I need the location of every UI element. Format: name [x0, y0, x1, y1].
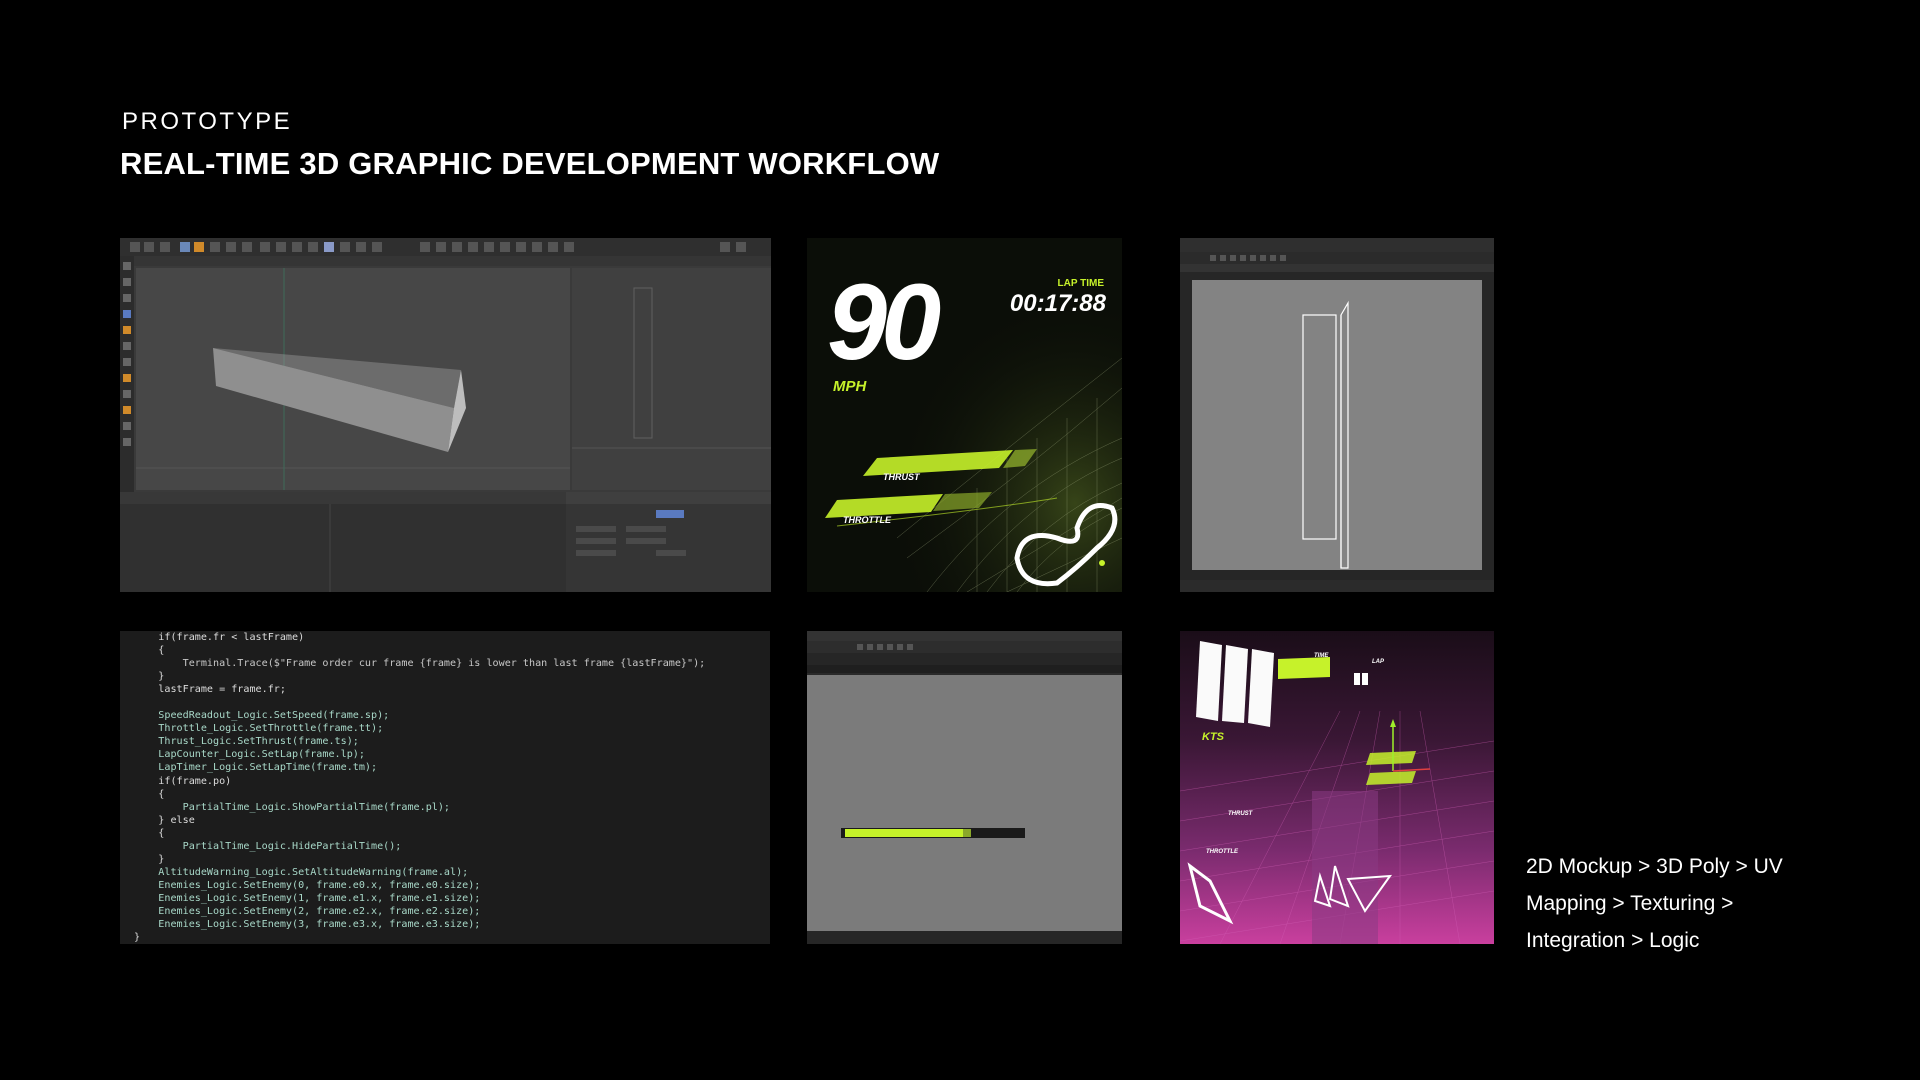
code-line: } else — [134, 814, 195, 826]
code-line: Enemies_Logic.SetEnemy(3, frame.e3.x, fr… — [134, 919, 481, 931]
code-block: if(frame.fr < lastFrame) { Terminal.Trac… — [134, 631, 705, 944]
toolbar-icons — [130, 242, 746, 252]
code-line: PartialTime_Logic.HidePartialTime(); — [134, 840, 402, 852]
hud-mockup: 90 MPH LAP TIME 00:17:88 THRUST THROTTLE — [807, 238, 1122, 592]
toolbar — [120, 238, 771, 256]
code-line: PartialTime_Logic.ShowPartialTime(frame.… — [134, 801, 451, 813]
menu-bar — [120, 256, 771, 266]
code-line: if(frame.fr < lastFrame) — [134, 632, 305, 643]
code-line: AltitudeWarning_Logic.SetAltitudeWarning… — [134, 866, 469, 878]
front-viewport[interactable] — [572, 268, 771, 490]
workflow-caption: 2D Mockup > 3D Poly > UV Mapping > Textu… — [1526, 848, 1856, 959]
code-editor[interactable]: if(frame.fr < lastFrame) { Terminal.Trac… — [120, 631, 770, 944]
code-line: Throttle_Logic.SetThrottle(frame.tt); — [134, 723, 384, 735]
code-line: lastFrame = frame.fr; — [134, 684, 286, 696]
modeling-screenshot — [120, 238, 771, 592]
throttle-label: THROTTLE — [843, 515, 891, 525]
perspective-viewport[interactable] — [136, 268, 570, 490]
code-line: Enemies_Logic.SetEnemy(2, frame.e2.x, fr… — [134, 905, 481, 917]
eyebrow: PROTOTYPE — [122, 108, 293, 135]
code-line: Enemies_Logic.SetEnemy(1, frame.e1.x, fr… — [134, 892, 481, 904]
tool-palette — [120, 256, 134, 492]
caption-line: 2D Mockup > 3D Poly > UV — [1526, 855, 1783, 878]
code-line: SpeedReadout_Logic.SetSpeed(frame.sp); — [134, 710, 390, 722]
attribute-manager[interactable] — [566, 492, 771, 592]
texture-screenshot — [807, 631, 1122, 944]
time-label: TIME — [1314, 653, 1329, 659]
code-line: } — [134, 853, 165, 865]
code-line: { — [134, 827, 165, 839]
lap-time-label: LAP TIME — [1057, 278, 1104, 289]
code-line: { — [134, 645, 165, 657]
lap-time-value: 00:17:88 — [1009, 290, 1106, 317]
uv-layout-screenshot — [1180, 238, 1494, 592]
speed-unit: MPH — [833, 378, 867, 395]
lap-label: LAP — [1372, 659, 1384, 665]
integration-screenshot: KTS TIME LAP THRUST THROTTLE — [1180, 631, 1494, 944]
kts-label: KTS — [1202, 731, 1224, 743]
code-line: if(frame.po) — [134, 775, 232, 787]
caption-line: Mapping > Texturing > — [1526, 892, 1734, 915]
code-line: LapCounter_Logic.SetLap(frame.lp); — [134, 749, 365, 761]
code-line: { — [134, 788, 165, 800]
caption-line: Integration > Logic — [1526, 929, 1700, 952]
thrust-label: THRUST — [883, 472, 920, 482]
code-line: Enemies_Logic.SetEnemy(0, frame.e0.x, fr… — [134, 879, 481, 891]
code-line: } — [134, 671, 165, 683]
throttle-label: THROTTLE — [1206, 849, 1238, 855]
code-line: Thrust_Logic.SetThrust(frame.ts); — [134, 736, 359, 748]
page-title: REAL-TIME 3D GRAPHIC DEVELOPMENT WORKFLO… — [120, 146, 940, 181]
speed-readout: 90 — [827, 261, 941, 382]
thrust-label: THRUST — [1228, 811, 1253, 817]
code-line: Terminal.Trace($"Frame order cur frame {… — [134, 658, 706, 670]
code-line: LapTimer_Logic.SetLapTime(frame.tm); — [134, 762, 378, 774]
code-line: } — [134, 932, 141, 944]
